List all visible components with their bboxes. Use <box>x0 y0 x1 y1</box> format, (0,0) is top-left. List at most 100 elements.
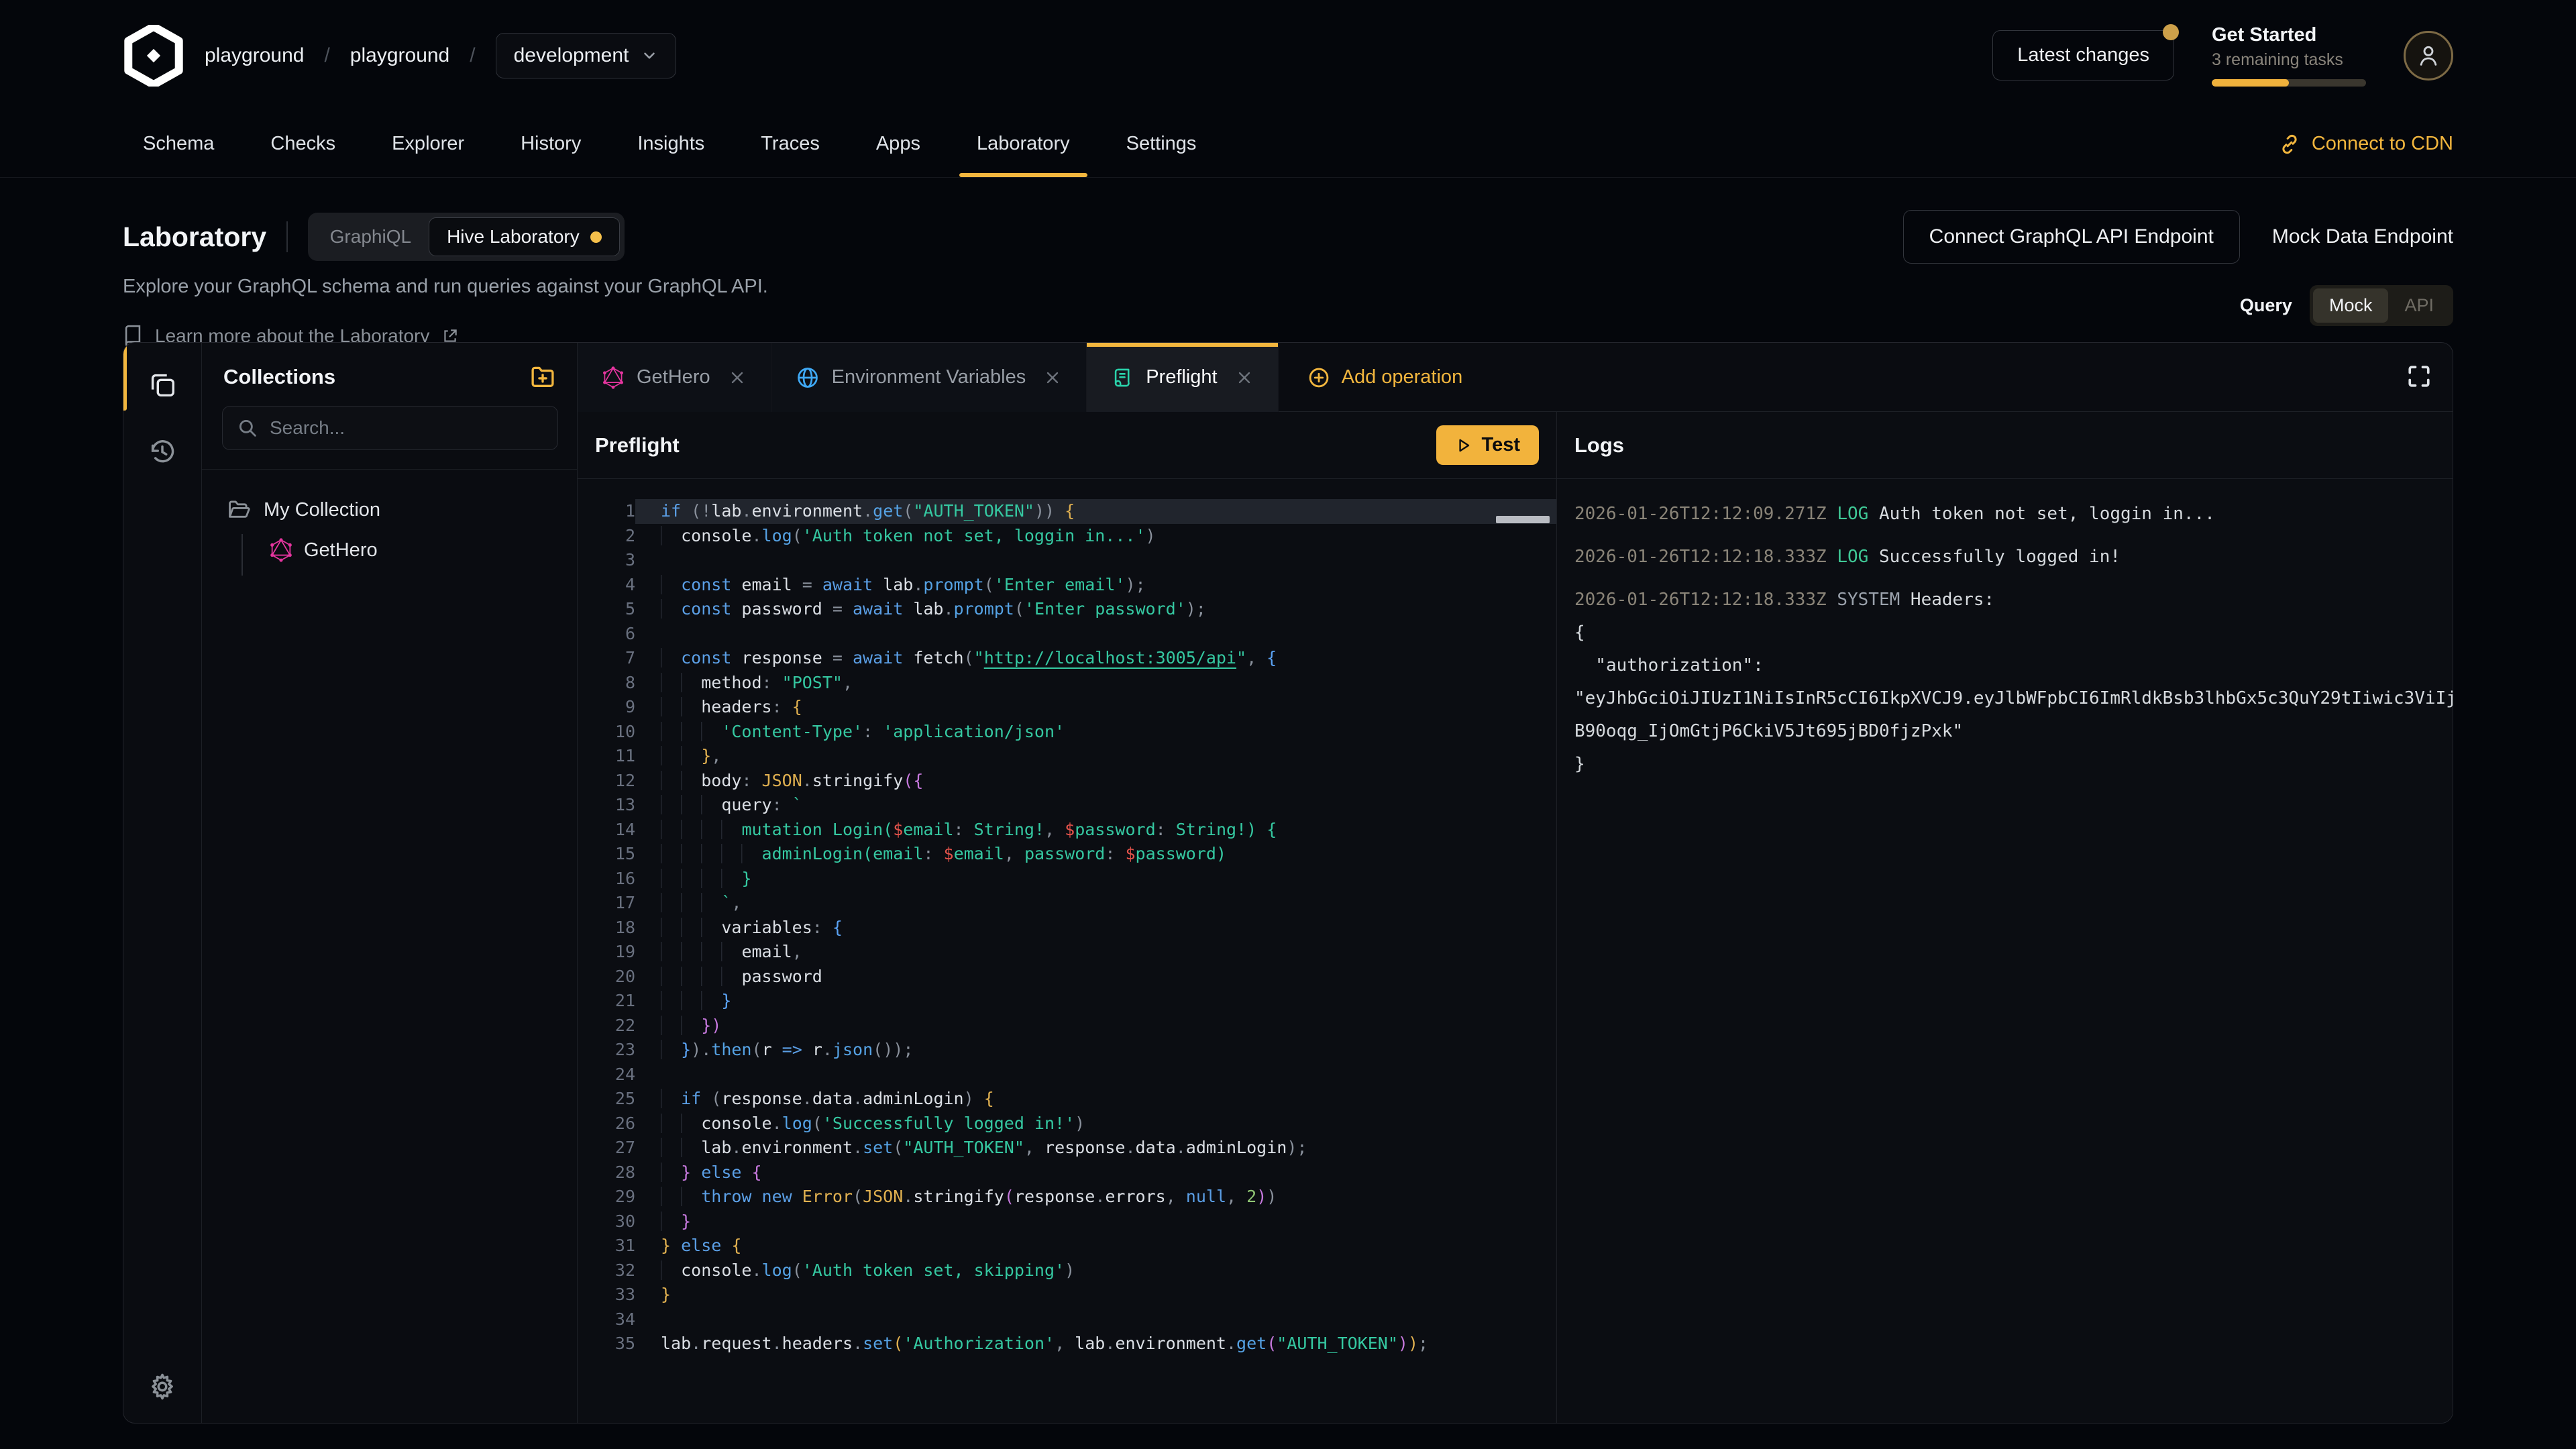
close-tab-icon[interactable] <box>728 368 747 387</box>
breadcrumb-project[interactable]: playground <box>350 44 449 67</box>
tab-gethero[interactable]: GetHero <box>578 343 771 412</box>
code-line: 11 }, <box>578 744 1556 769</box>
code-line: 17 `, <box>578 891 1556 916</box>
gear-icon <box>147 1371 178 1402</box>
logs-output[interactable]: 2026-01-26T12:12:09.271Z LOG Auth token … <box>1557 479 2453 1423</box>
mode-option-graphiql[interactable]: GraphiQL <box>313 218 429 256</box>
code-text: query: ` <box>635 793 1556 818</box>
get-started-subtitle: 3 remaining tasks <box>2212 50 2366 70</box>
laboratory-header-section: Laboratory GraphiQL Hive Laboratory Expl… <box>0 178 2576 342</box>
line-number: 24 <box>578 1063 635 1087</box>
line-number: 31 <box>578 1234 635 1258</box>
code-text: } else { <box>635 1234 1556 1258</box>
tree-guide-line <box>241 534 243 576</box>
get-started-progress-fill <box>2212 79 2289 87</box>
logs-pane: Logs 2026-01-26T12:12:09.271Z LOG Auth t… <box>1557 412 2453 1423</box>
code-editor[interactable]: 1if (!lab.environment.get("AUTH_TOKEN"))… <box>578 479 1556 1423</box>
search-input[interactable] <box>270 417 544 439</box>
code-line: 10 'Content-Type': 'application/json' <box>578 720 1556 745</box>
connect-graphql-api-endpoint-button[interactable]: Connect GraphQL API Endpoint <box>1903 210 2240 264</box>
add-operation-label: Add operation <box>1342 366 1463 388</box>
code-line: 21 } <box>578 989 1556 1014</box>
code-text: }, <box>635 744 1556 769</box>
code-text: `, <box>635 891 1556 916</box>
code-text: body: JSON.stringify({ <box>635 769 1556 794</box>
scrollbar-thumb[interactable] <box>1496 516 1550 523</box>
tab-environment-variables[interactable]: Environment Variables <box>771 343 1087 412</box>
tab-label: Preflight <box>1146 366 1217 388</box>
line-number: 7 <box>578 646 635 671</box>
code-text: } <box>635 1283 1556 1307</box>
line-number: 13 <box>578 793 635 818</box>
query-target-mock[interactable]: Mock <box>2313 288 2389 323</box>
line-number: 27 <box>578 1136 635 1161</box>
line-number: 19 <box>578 940 635 965</box>
operation-item-gethero[interactable]: GetHero <box>202 530 577 570</box>
line-number: 14 <box>578 818 635 843</box>
page-subtitle: Explore your GraphQL schema and run quer… <box>123 276 2576 298</box>
target-selector[interactable]: development <box>496 33 677 78</box>
user-avatar[interactable] <box>2404 31 2453 80</box>
code-text <box>635 548 1556 573</box>
code-text: if (!lab.environment.get("AUTH_TOKEN")) … <box>635 499 1556 524</box>
nav-tab-explorer[interactable]: Explorer <box>392 111 464 177</box>
nav-tab-apps[interactable]: Apps <box>876 111 920 177</box>
code-line: 4 const email = await lab.prompt('Enter … <box>578 573 1556 598</box>
nav-tab-traces[interactable]: Traces <box>761 111 820 177</box>
workarea: GetHeroEnvironment Variables Preflight Ad… <box>578 343 2453 1423</box>
latest-changes-button[interactable]: Latest changes <box>1992 30 2174 80</box>
code-line: 26 console.log('Successfully logged in!'… <box>578 1112 1556 1136</box>
code-line: 22 }) <box>578 1014 1556 1038</box>
settings-rail-button[interactable] <box>146 1371 178 1403</box>
code-line: 16 } <box>578 867 1556 892</box>
nav-tab-laboratory[interactable]: Laboratory <box>977 111 1070 177</box>
nav-tab-settings[interactable]: Settings <box>1126 111 1197 177</box>
log-line: "authorization": <box>1574 649 2453 682</box>
code-text: password <box>635 965 1556 989</box>
code-line: 32 console.log('Auth token set, skipping… <box>578 1258 1556 1283</box>
nav-tab-checks[interactable]: Checks <box>270 111 335 177</box>
collections-search[interactable] <box>222 406 558 450</box>
mode-option-hive-laboratory[interactable]: Hive Laboratory <box>429 217 620 256</box>
search-icon <box>236 417 259 439</box>
line-number: 12 <box>578 769 635 794</box>
query-target-api[interactable]: API <box>2388 288 2450 323</box>
operation-item-label: GetHero <box>304 539 378 561</box>
test-button-label: Test <box>1482 434 1520 456</box>
nav-tab-insights[interactable]: Insights <box>637 111 704 177</box>
nav-tab-history[interactable]: History <box>521 111 581 177</box>
code-text: const password = await lab.prompt('Enter… <box>635 597 1556 622</box>
log-line: B90oqg_IjOmGtjP6CkiV5Jt695jBD0fjzPxk" <box>1574 715 2453 748</box>
fullscreen-button[interactable] <box>2404 362 2434 391</box>
breadcrumb-separator: / <box>324 44 329 67</box>
line-number: 28 <box>578 1161 635 1185</box>
close-tab-icon[interactable] <box>1043 368 1062 387</box>
history-rail-button[interactable] <box>146 435 178 468</box>
add-operation-button[interactable]: Add operation <box>1279 343 1491 412</box>
connect-to-cdn-link[interactable]: Connect to CDN <box>2278 133 2453 156</box>
code-line: 7 const response = await fetch("http://l… <box>578 646 1556 671</box>
nav-tab-schema[interactable]: Schema <box>143 111 214 177</box>
mock-data-endpoint-button[interactable]: Mock Data Endpoint <box>2272 225 2453 248</box>
close-tab-icon[interactable] <box>1235 368 1254 387</box>
script-icon <box>1111 366 1134 390</box>
line-number: 16 <box>578 867 635 892</box>
hive-logo-icon[interactable] <box>123 25 184 87</box>
history-icon <box>147 436 178 467</box>
left-icon-rail <box>123 343 202 1423</box>
query-target-label: Query <box>2240 295 2292 316</box>
hive-laboratory-page: playground / playground / development La… <box>0 0 2576 1449</box>
log-line: } <box>1574 748 2453 781</box>
test-button[interactable]: Test <box>1436 425 1539 465</box>
query-target-toggle: Mock API <box>2310 285 2453 326</box>
line-number: 2 <box>578 524 635 549</box>
connect-to-cdn-label: Connect to CDN <box>2312 133 2453 155</box>
get-started-widget[interactable]: Get Started 3 remaining tasks <box>2212 24 2366 87</box>
new-collection-button[interactable] <box>529 363 557 391</box>
preflight-editor-pane: Preflight Test 1if (!lab.environment.get… <box>578 412 1557 1423</box>
collection-folder-my-collection[interactable]: My Collection <box>202 490 577 530</box>
code-line: 3 <box>578 548 1556 573</box>
breadcrumb-org[interactable]: playground <box>205 44 304 67</box>
tab-preflight[interactable]: Preflight <box>1087 343 1278 412</box>
collections-rail-button[interactable] <box>146 368 178 400</box>
